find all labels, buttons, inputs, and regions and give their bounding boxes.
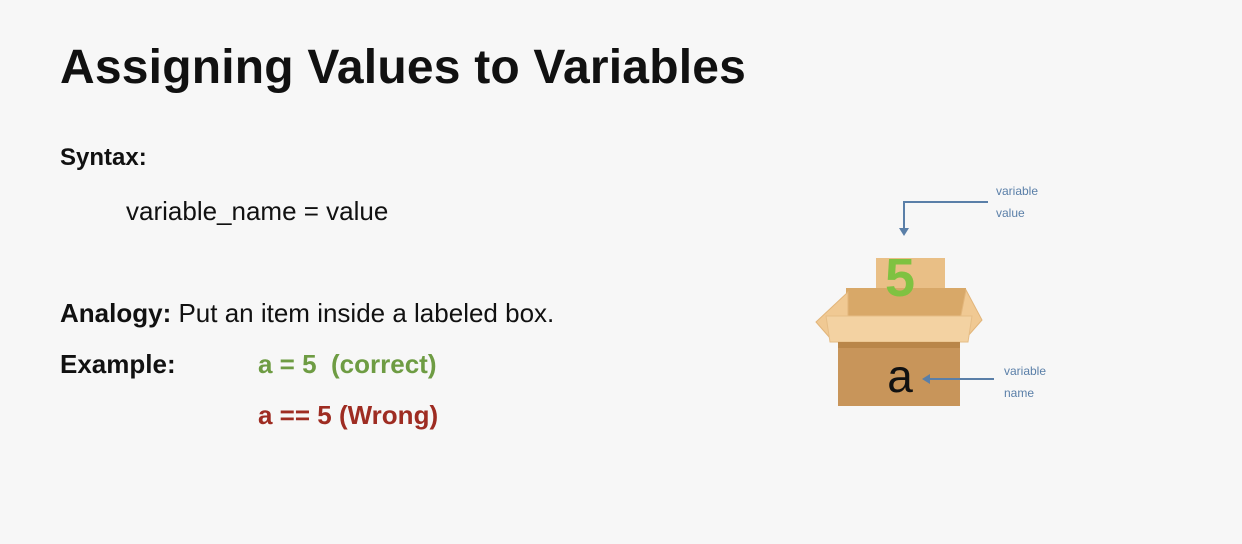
box-illustration: 5 a variable value variable name bbox=[815, 184, 1046, 406]
analogy-text: Put an item inside a labeled box. bbox=[171, 298, 555, 328]
box-front-flap bbox=[825, 315, 973, 343]
annotation-name-line2: name bbox=[1004, 386, 1034, 400]
analogy-line: Analogy: Put an item inside a labeled bo… bbox=[60, 298, 554, 329]
box-value: 5 bbox=[885, 248, 915, 308]
annotation-value-line2: value bbox=[996, 206, 1025, 220]
example-correct: a = 5 (correct) bbox=[258, 349, 437, 379]
example-wrong: a == 5 (Wrong) bbox=[258, 400, 439, 430]
value-arrow-line bbox=[903, 201, 988, 230]
example-label: Example: bbox=[60, 349, 176, 379]
variable-box-diagram: 5 a variable value variable name bbox=[800, 170, 1100, 420]
value-arrow-head bbox=[899, 228, 909, 236]
syntax-label: Syntax: bbox=[60, 144, 147, 171]
syntax-code: variable_name = value bbox=[126, 196, 389, 226]
annotation-value-line1: variable bbox=[996, 184, 1038, 198]
analogy-label: Analogy: bbox=[60, 298, 172, 328]
box-front-shade bbox=[838, 342, 960, 348]
slide-title: Assigning Values to Variables bbox=[60, 41, 747, 94]
box-label: a bbox=[887, 350, 913, 402]
annotation-name-line1: variable bbox=[1004, 364, 1046, 378]
